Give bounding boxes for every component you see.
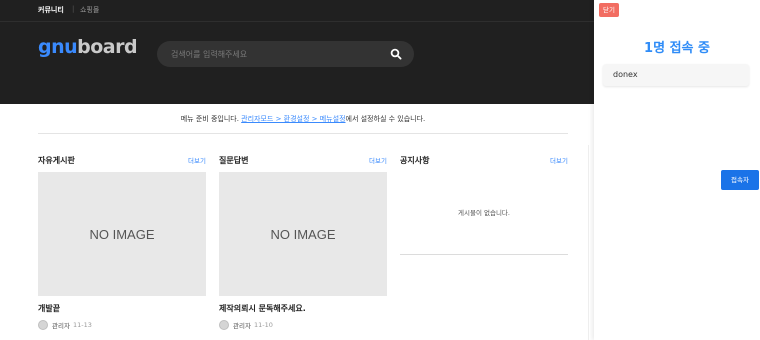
search-input[interactable]: [169, 46, 374, 62]
empty-message: 게시물이 없습니다.: [458, 209, 510, 217]
post-thumbnail[interactable]: NO IMAGE: [219, 172, 387, 296]
more-link[interactable]: 더보기: [188, 155, 206, 165]
community-link[interactable]: 커뮤니티: [38, 5, 64, 15]
shop-link[interactable]: 쇼핑몰: [80, 5, 99, 15]
search-box: [157, 41, 414, 67]
connected-users-panel: 닫기 1명 접속 중 donex 접속자: [594, 0, 760, 340]
post-meta: 관리자 11-13: [38, 319, 92, 331]
board-notice: 공지사항 더보기 게시물이 없습니다.: [400, 145, 568, 255]
board-title[interactable]: 질문답변: [219, 155, 248, 166]
board-qa: 질문답변 더보기 NO IMAGE 제작의뢰시 문독해주세요. 관리자 11-1…: [219, 145, 387, 330]
board-free: 자유게시판 더보기 NO IMAGE 개발끝 관리자 11-13: [38, 145, 206, 330]
search-icon[interactable]: [390, 48, 402, 60]
gnuboard-logo[interactable]: gnuboard: [38, 36, 138, 58]
post-date: 11-13: [72, 321, 92, 329]
avatar: [38, 320, 48, 330]
more-link[interactable]: 더보기: [369, 155, 387, 165]
post-title[interactable]: 개발끝: [38, 303, 60, 314]
more-link[interactable]: 더보기: [550, 155, 568, 165]
post-author[interactable]: 관리자: [52, 320, 70, 330]
board-title[interactable]: 자유게시판: [38, 155, 75, 166]
viewers-button[interactable]: 접속자: [721, 170, 759, 190]
menu-notice-suffix: 에서 설정하실 수 있습니다.: [345, 115, 426, 123]
top-bar: 커뮤니티 | 쇼핑몰: [0, 0, 594, 22]
board-title[interactable]: 공지사항: [400, 155, 429, 166]
online-count-title: 1명 접속 중: [644, 41, 710, 56]
avatar: [219, 320, 229, 330]
post-meta: 관리자 11-10: [219, 319, 273, 331]
menu-settings-link[interactable]: 관리자모드 > 환경설정 > 메뉴설정: [241, 115, 345, 123]
online-user-item[interactable]: donex: [603, 64, 749, 86]
divider: [400, 254, 568, 255]
topbar-separator: |: [72, 5, 75, 13]
post-author[interactable]: 관리자: [233, 320, 251, 330]
close-button[interactable]: 닫기: [599, 3, 619, 17]
post-thumbnail[interactable]: NO IMAGE: [38, 172, 206, 296]
logo-part-gnu: gnu: [38, 36, 78, 58]
logo-part-board: board: [77, 36, 138, 58]
post-date: 11-10: [253, 321, 273, 329]
menu-notice-prefix: 메뉴 준비 중입니다.: [180, 115, 242, 123]
site-header: gnuboard: [0, 22, 594, 104]
post-title[interactable]: 제작의뢰시 문독해주세요.: [219, 303, 306, 314]
menu-notice: 메뉴 준비 중입니다. 관리자모드 > 환경설정 > 메뉴설정에서 설정하실 수…: [38, 104, 568, 134]
